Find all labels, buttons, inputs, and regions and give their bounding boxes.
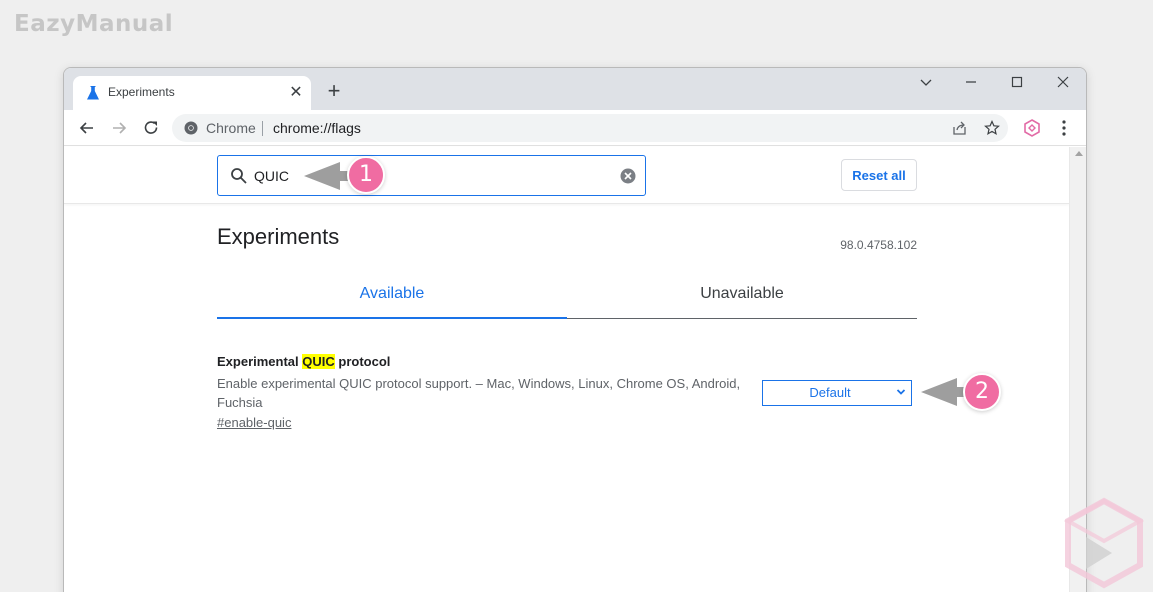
clear-search-icon[interactable] (620, 168, 636, 184)
experiment-description: Enable experimental QUIC protocol suppor… (217, 376, 741, 410)
extension-icon[interactable] (1022, 118, 1042, 138)
experiment-name-suffix: protocol (334, 354, 391, 369)
reload-icon[interactable] (141, 118, 161, 138)
share-icon[interactable] (952, 120, 968, 136)
page-title: Experiments (217, 224, 340, 249)
tab-unavailable[interactable]: Unavailable (567, 273, 917, 318)
new-tab-icon[interactable]: + (323, 78, 345, 104)
bookmark-star-icon[interactable] (984, 120, 1000, 136)
back-arrow-icon[interactable] (77, 118, 97, 138)
tab-available[interactable]: Available (217, 273, 567, 319)
callout-number: 1 (347, 156, 385, 194)
flask-icon (87, 86, 99, 100)
url-text[interactable]: chrome://flags (273, 120, 361, 136)
close-window-icon[interactable] (1051, 72, 1075, 92)
experiment-name: Experimental QUIC protocol (217, 354, 917, 369)
tab-experiments[interactable]: Experiments ✕ (73, 76, 311, 110)
maximize-icon[interactable] (1005, 72, 1029, 92)
forward-arrow-icon[interactable] (109, 118, 129, 138)
search-highlight: QUIC (302, 354, 335, 369)
reset-all-button[interactable]: Reset all (841, 159, 917, 191)
callout-number: 2 (963, 373, 1001, 411)
omnibox-chrome-label: Chrome (206, 120, 256, 136)
experiment-item: Experimental QUIC protocol Enable experi… (217, 354, 917, 432)
select-value: Default (809, 385, 851, 400)
browser-toolbar: Chrome chrome://flags (64, 110, 1086, 146)
watermark-logo: EazyManual (14, 11, 174, 37)
chevron-down-icon (896, 389, 906, 395)
omnibox-separator (262, 121, 263, 136)
scroll-up-arrow-icon[interactable] (1075, 151, 1083, 156)
corner-watermark-logo-icon (1064, 497, 1144, 589)
tab-strip: Experiments ✕ + (64, 68, 1086, 110)
flags-tabs: Available Unavailable (217, 273, 917, 319)
page-content: Reset all Experiments 98.0.4758.102 Avai… (64, 147, 1069, 592)
flags-header: Reset all (64, 147, 1069, 204)
experiment-name-prefix: Experimental (217, 354, 303, 369)
browser-window: Experiments ✕ + Chrome chrome://flags QU… (63, 67, 1087, 592)
experiment-state-select[interactable]: Default (762, 380, 912, 406)
search-icon (231, 168, 247, 184)
version-label: 98.0.4758.102 (840, 238, 917, 252)
close-tab-icon[interactable]: ✕ (287, 84, 305, 102)
minimize-icon[interactable] (959, 72, 983, 92)
tab-title: Experiments (108, 85, 175, 99)
tab-search-chevron-icon[interactable] (914, 72, 938, 92)
experiment-anchor-link[interactable]: #enable-quic (217, 415, 291, 430)
address-bar[interactable]: Chrome chrome://flags (172, 114, 1008, 142)
chrome-logo-icon (184, 121, 198, 135)
search-box[interactable] (217, 155, 646, 196)
more-menu-icon[interactable] (1056, 118, 1072, 138)
